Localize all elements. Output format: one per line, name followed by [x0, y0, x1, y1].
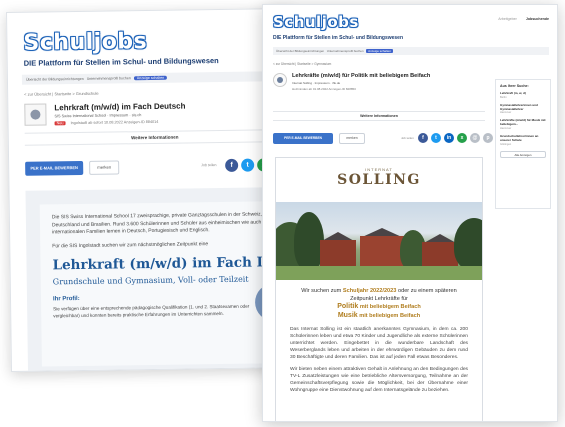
- job-description-area: Die SIS Swiss International School 17 zw…: [25, 186, 301, 372]
- top-link-employers[interactable]: Arbeitgeber: [498, 17, 517, 21]
- breadcrumb[interactable]: < zur Übersicht | Startseite > Grundschu…: [24, 91, 98, 97]
- company-logo: [24, 103, 47, 126]
- twitter-icon[interactable]: t: [241, 158, 255, 172]
- ad-banner: INTERNAT SOLLING: [276, 158, 482, 202]
- sidebar-item[interactable]: Gymnasiallehrerinnen und Gymnasiallehrer…: [500, 103, 546, 115]
- job-header: Lehrkräfte (m/w/d) für Politik mit belie…: [273, 73, 483, 103]
- back-browser-window: Schuljobs DIE Plattform für Stellen im S…: [6, 7, 301, 372]
- ad-lead-1: Wir suchen zum: [301, 288, 342, 294]
- sidebar-item-title: Grundschullehrer/innen an unserer Schule: [500, 133, 539, 142]
- subnav-link-profile[interactable]: Unternehmensprofil buchen: [327, 49, 364, 53]
- sidebar-item[interactable]: Grundschullehrer/innen an unserer Schule…: [500, 133, 546, 146]
- ad-body: Das Internat Solling ist ein staatlich a…: [276, 320, 482, 394]
- ad-school-name: SOLLING: [337, 172, 421, 188]
- share-buttons: f t in x @ p: [418, 133, 493, 143]
- job-company[interactable]: Internat Solling · Impressum · ihk.de: [292, 81, 340, 85]
- job-intro: Die SIS Swiss International School 17 zw…: [51, 211, 268, 236]
- share-label: Job teilen: [401, 136, 414, 140]
- ad-lead-year: Schuljahr 2022/2023: [342, 288, 397, 294]
- xing-icon[interactable]: x: [457, 133, 467, 143]
- print-icon[interactable]: p: [483, 133, 493, 143]
- sub-navigation: Übersicht der Bildungseinrichtungen Unte…: [273, 47, 549, 55]
- site-logo[interactable]: Schuljobs: [23, 29, 147, 56]
- subnav-link-profile[interactable]: Unternehmensprofil buchen: [87, 76, 131, 81]
- job-ad: INTERNAT SOLLING Wir suchen zum Schuljah…: [275, 157, 483, 421]
- sidebar-item-location: Hannover: [500, 111, 512, 115]
- job-title: Lehrkräfte (m/w/d) für Politik mit belie…: [292, 73, 431, 79]
- ad-paragraph: Wir bieten neben einem attraktiven Gehal…: [290, 367, 468, 394]
- sidebar-item-location: Berlin: [500, 95, 507, 99]
- breadcrumb[interactable]: < zur Übersicht | Startseite > Gymnasium: [273, 62, 331, 66]
- subnav-pill-ad[interactable]: Anzeige schalten: [366, 49, 393, 53]
- top-link-jobseekers[interactable]: Jobsuchende: [526, 17, 549, 21]
- job-actions: PER E-MAIL BEWERBEN merken Job teilen f …: [273, 133, 493, 147]
- ad-lead-3: mit beliebigem Beifach: [359, 304, 421, 311]
- job-meta: Neu Ingolstadt ab sofort 10.08.2022 Anze…: [54, 119, 159, 126]
- company-logo: [273, 73, 287, 87]
- subnav-pill-ad[interactable]: Anzeige schalten: [133, 75, 168, 81]
- twitter-icon[interactable]: t: [431, 133, 441, 143]
- job-meta: Holzminden ab 01.08.2022 Anzeigen-ID 828…: [292, 87, 356, 91]
- job-description-title: Lehrkraft (m/w/d) im Fach Deutsch: [52, 253, 301, 273]
- job-company[interactable]: SIS Swiss International School · Impress…: [54, 113, 141, 118]
- job-title: Lehrkraft (m/w/d) im Fach Deutsch: [54, 101, 186, 113]
- facebook-icon[interactable]: f: [418, 133, 428, 143]
- profile-bullet: Sie verfügen über eine entsprechende päd…: [53, 303, 250, 318]
- job-description: Die SIS Swiss International School 17 zw…: [39, 201, 301, 367]
- save-job-button[interactable]: merken: [339, 133, 365, 144]
- linkedin-icon[interactable]: in: [444, 133, 454, 143]
- site-tagline: DIE Plattform für Stellen im Schul- und …: [23, 56, 219, 68]
- ad-paragraph: Das Internat Solling ist ein staatlich a…: [290, 327, 468, 361]
- sidebar-item-title: Lehrkräfte (m/w/d) für Musik mit beliebi…: [500, 118, 546, 127]
- ad-lead-4: mit beliebigem Beifach: [359, 312, 421, 319]
- job-meta-text: Ingolstadt ab sofort 10.08.2022 Anzeigen…: [70, 119, 159, 126]
- sidebar-item[interactable]: Lehrkraft (m, w, d) Berlin: [500, 91, 546, 99]
- email-share-icon[interactable]: @: [470, 133, 480, 143]
- apply-email-button[interactable]: PER E-MAIL BEWERBEN: [273, 133, 333, 144]
- sidebar-title: Aus Ihrer Suche:: [500, 84, 529, 88]
- subnav-link-institutions[interactable]: Übersicht der Bildungseinrichtungen: [26, 77, 84, 82]
- job-description-subtitle: Grundschule und Gymnasium, Voll- oder Te…: [52, 274, 249, 286]
- site-tagline: DIE Plattform für Stellen im Schul- und …: [273, 35, 404, 41]
- save-job-button[interactable]: merken: [89, 160, 120, 175]
- top-links: Arbeitgeber Jobsuchende: [498, 17, 549, 21]
- ad-subject-politik: Politik: [337, 303, 359, 311]
- sidebar-item[interactable]: Lehrkräfte (m/w/d) für Musik mit beliebi…: [500, 119, 546, 130]
- ad-lead: Wir suchen zum Schuljahr 2022/2023 oder …: [276, 280, 482, 320]
- profile-heading: Ihr Profil:: [52, 295, 80, 302]
- share-label: Job teilen: [201, 163, 217, 168]
- job-header: Lehrkraft (m/w/d) im Fach Deutsch SIS Sw…: [24, 100, 286, 126]
- all-listings-button[interactable]: Alle Anzeigen: [500, 150, 546, 158]
- front-browser-window: Schuljobs Arbeitgeber Jobsuchende DIE Pl…: [262, 4, 558, 422]
- sidebar-item-location: Göttingen: [500, 142, 512, 146]
- sidebar-item-location: Hannover: [500, 126, 512, 130]
- more-info-toggle[interactable]: Weitere Informationen: [273, 111, 485, 121]
- subnav-link-institutions[interactable]: Übersicht der Bildungseinrichtungen: [276, 49, 324, 53]
- job-actions: PER E-MAIL BEWERBEN merken Job teilen f …: [25, 158, 287, 178]
- more-info-toggle[interactable]: Weitere Informationen: [24, 129, 285, 146]
- related-jobs-sidebar: Aus Ihrer Suche: Lehrkraft (m, w, d) Ber…: [495, 79, 551, 209]
- site-logo[interactable]: Schuljobs: [273, 13, 359, 31]
- sub-navigation: Übersicht der Bildungseinrichtungen Unte…: [21, 71, 284, 85]
- school-photo: [276, 202, 482, 280]
- apply-email-button[interactable]: PER E-MAIL BEWERBEN: [25, 160, 84, 176]
- new-badge: Neu: [54, 121, 66, 126]
- job-intro-2: Für die SIS Ingolstadt suchen wir zum nä…: [52, 240, 209, 249]
- ad-subject-musik: Musik: [337, 311, 358, 319]
- facebook-icon[interactable]: f: [225, 158, 239, 172]
